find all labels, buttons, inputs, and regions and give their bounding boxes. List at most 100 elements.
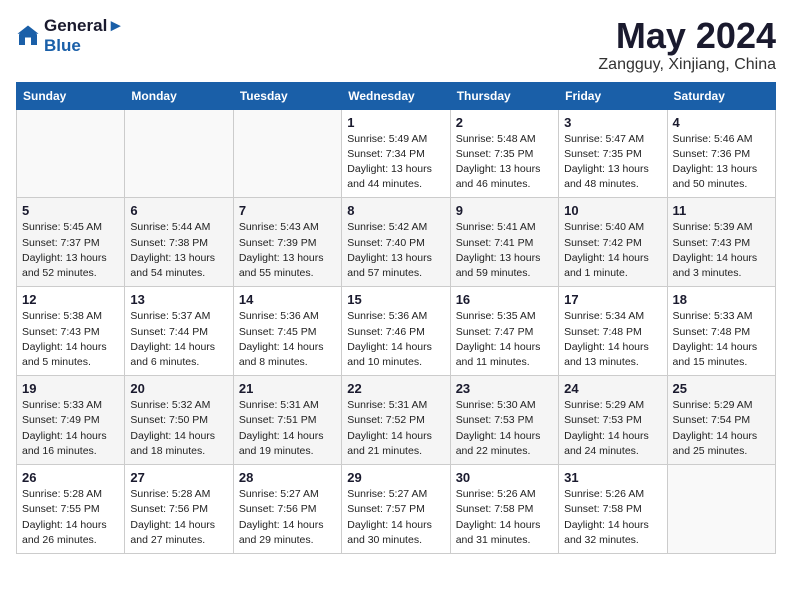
day-number: 2 bbox=[456, 115, 553, 130]
day-info: Sunrise: 5:36 AM Sunset: 7:45 PM Dayligh… bbox=[239, 309, 336, 370]
day-cell-2: 2 Sunrise: 5:48 AM Sunset: 7:35 PM Daylig… bbox=[450, 109, 558, 198]
header-row: SundayMondayTuesdayWednesdayThursdayFrid… bbox=[17, 82, 776, 109]
day-info: Sunrise: 5:41 AM Sunset: 7:41 PM Dayligh… bbox=[456, 220, 553, 281]
day-cell-27: 27Sunrise: 5:28 AM Sunset: 7:56 PM Dayli… bbox=[125, 465, 233, 554]
day-info: Sunrise: 5:38 AM Sunset: 7:43 PM Dayligh… bbox=[22, 309, 119, 370]
week-row-5: 26 Sunrise: 5:28 AM Sunset: 7:55 PM Dayli… bbox=[17, 465, 776, 554]
day-number: 28 bbox=[239, 470, 336, 485]
day-info: Sunrise: 5:31 AM Sunset: 7:51 PM Dayligh… bbox=[239, 398, 336, 459]
col-header-wednesday: Wednesday bbox=[342, 82, 450, 109]
empty-cell bbox=[17, 109, 125, 198]
day-number: 23 bbox=[456, 381, 553, 396]
col-header-monday: Monday bbox=[125, 82, 233, 109]
day-info: Sunrise: 5:32 AM Sunset: 7:50 PM Dayligh… bbox=[130, 398, 227, 459]
week-row-2: 5 Sunrise: 5:45 AM Sunset: 7:37 PM Daylig… bbox=[17, 198, 776, 287]
day-cell-14: 14 Sunrise: 5:36 AM Sunset: 7:45 PM Dayli… bbox=[233, 287, 341, 376]
day-number: 27 bbox=[130, 470, 227, 485]
day-cell-25: 25Sunrise: 5:29 AM Sunset: 7:54 PM Dayli… bbox=[667, 376, 775, 465]
day-info: Sunrise: 5:37 AM Sunset: 7:44 PM Dayligh… bbox=[130, 309, 227, 370]
day-info: Sunrise: 5:34 AM Sunset: 7:48 PM Dayligh… bbox=[564, 309, 661, 370]
day-cell-13: 13Sunrise: 5:37 AM Sunset: 7:44 PM Dayli… bbox=[125, 287, 233, 376]
day-info: Sunrise: 5:28 AM Sunset: 7:55 PM Dayligh… bbox=[22, 487, 119, 548]
day-number: 22 bbox=[347, 381, 444, 396]
day-number: 7 bbox=[239, 203, 336, 218]
day-number: 6 bbox=[130, 203, 227, 218]
day-cell-30: 30 Sunrise: 5:26 AM Sunset: 7:58 PM Dayli… bbox=[450, 465, 558, 554]
day-info: Sunrise: 5:30 AM Sunset: 7:53 PM Dayligh… bbox=[456, 398, 553, 459]
day-info: Sunrise: 5:45 AM Sunset: 7:37 PM Dayligh… bbox=[22, 220, 119, 281]
day-cell-29: 29 Sunrise: 5:27 AM Sunset: 7:57 PM Dayli… bbox=[342, 465, 450, 554]
empty-cell bbox=[233, 109, 341, 198]
day-number: 20 bbox=[130, 381, 227, 396]
day-number: 9 bbox=[456, 203, 553, 218]
col-header-thursday: Thursday bbox=[450, 82, 558, 109]
day-cell-9: 9 Sunrise: 5:41 AM Sunset: 7:41 PM Daylig… bbox=[450, 198, 558, 287]
day-cell-31: 31Sunrise: 5:26 AM Sunset: 7:58 PM Dayli… bbox=[559, 465, 667, 554]
day-cell-16: 16 Sunrise: 5:35 AM Sunset: 7:47 PM Dayli… bbox=[450, 287, 558, 376]
day-number: 30 bbox=[456, 470, 553, 485]
day-number: 5 bbox=[22, 203, 119, 218]
day-info: Sunrise: 5:27 AM Sunset: 7:57 PM Dayligh… bbox=[347, 487, 444, 548]
day-cell-11: 11Sunrise: 5:39 AM Sunset: 7:43 PM Dayli… bbox=[667, 198, 775, 287]
empty-cell bbox=[125, 109, 233, 198]
day-info: Sunrise: 5:36 AM Sunset: 7:46 PM Dayligh… bbox=[347, 309, 444, 370]
day-info: Sunrise: 5:44 AM Sunset: 7:38 PM Dayligh… bbox=[130, 220, 227, 281]
day-cell-24: 24 Sunrise: 5:29 AM Sunset: 7:53 PM Dayli… bbox=[559, 376, 667, 465]
day-cell-26: 26 Sunrise: 5:28 AM Sunset: 7:55 PM Dayli… bbox=[17, 465, 125, 554]
day-cell-19: 19 Sunrise: 5:33 AM Sunset: 7:49 PM Dayli… bbox=[17, 376, 125, 465]
day-cell-3: 3 Sunrise: 5:47 AM Sunset: 7:35 PM Daylig… bbox=[559, 109, 667, 198]
day-info: Sunrise: 5:48 AM Sunset: 7:35 PM Dayligh… bbox=[456, 132, 553, 193]
day-number: 1 bbox=[347, 115, 444, 130]
week-row-1: 1 Sunrise: 5:49 AM Sunset: 7:34 PM Daylig… bbox=[17, 109, 776, 198]
day-number: 24 bbox=[564, 381, 661, 396]
day-cell-8: 8Sunrise: 5:42 AM Sunset: 7:40 PM Daylig… bbox=[342, 198, 450, 287]
day-number: 21 bbox=[239, 381, 336, 396]
day-cell-1: 1 Sunrise: 5:49 AM Sunset: 7:34 PM Daylig… bbox=[342, 109, 450, 198]
day-cell-22: 22 Sunrise: 5:31 AM Sunset: 7:52 PM Dayli… bbox=[342, 376, 450, 465]
day-cell-7: 7 Sunrise: 5:43 AM Sunset: 7:39 PM Daylig… bbox=[233, 198, 341, 287]
day-cell-21: 21 Sunrise: 5:31 AM Sunset: 7:51 PM Dayli… bbox=[233, 376, 341, 465]
day-number: 26 bbox=[22, 470, 119, 485]
week-row-4: 19 Sunrise: 5:33 AM Sunset: 7:49 PM Dayli… bbox=[17, 376, 776, 465]
day-cell-23: 23 Sunrise: 5:30 AM Sunset: 7:53 PM Dayli… bbox=[450, 376, 558, 465]
day-cell-5: 5 Sunrise: 5:45 AM Sunset: 7:37 PM Daylig… bbox=[17, 198, 125, 287]
day-info: Sunrise: 5:31 AM Sunset: 7:52 PM Dayligh… bbox=[347, 398, 444, 459]
day-info: Sunrise: 5:47 AM Sunset: 7:35 PM Dayligh… bbox=[564, 132, 661, 193]
day-number: 17 bbox=[564, 292, 661, 307]
day-info: Sunrise: 5:43 AM Sunset: 7:39 PM Dayligh… bbox=[239, 220, 336, 281]
day-info: Sunrise: 5:33 AM Sunset: 7:48 PM Dayligh… bbox=[673, 309, 770, 370]
location-subtitle: Zangguy, Xinjiang, China bbox=[598, 56, 776, 74]
day-number: 3 bbox=[564, 115, 661, 130]
day-number: 19 bbox=[22, 381, 119, 396]
day-cell-6: 6 Sunrise: 5:44 AM Sunset: 7:38 PM Daylig… bbox=[125, 198, 233, 287]
day-info: Sunrise: 5:49 AM Sunset: 7:34 PM Dayligh… bbox=[347, 132, 444, 193]
page-header: General► Blue May 2024 Zangguy, Xinjiang… bbox=[16, 16, 776, 74]
day-cell-4: 4Sunrise: 5:46 AM Sunset: 7:36 PM Daylig… bbox=[667, 109, 775, 198]
logo: General► Blue bbox=[16, 16, 124, 56]
empty-cell bbox=[667, 465, 775, 554]
day-number: 15 bbox=[347, 292, 444, 307]
logo-icon bbox=[16, 24, 40, 48]
day-number: 14 bbox=[239, 292, 336, 307]
day-info: Sunrise: 5:26 AM Sunset: 7:58 PM Dayligh… bbox=[456, 487, 553, 548]
day-cell-20: 20 Sunrise: 5:32 AM Sunset: 7:50 PM Dayli… bbox=[125, 376, 233, 465]
col-header-tuesday: Tuesday bbox=[233, 82, 341, 109]
day-cell-17: 17 Sunrise: 5:34 AM Sunset: 7:48 PM Dayli… bbox=[559, 287, 667, 376]
day-cell-18: 18Sunrise: 5:33 AM Sunset: 7:48 PM Dayli… bbox=[667, 287, 775, 376]
day-info: Sunrise: 5:29 AM Sunset: 7:53 PM Dayligh… bbox=[564, 398, 661, 459]
col-header-friday: Friday bbox=[559, 82, 667, 109]
day-number: 10 bbox=[564, 203, 661, 218]
col-header-sunday: Sunday bbox=[17, 82, 125, 109]
day-number: 29 bbox=[347, 470, 444, 485]
day-number: 16 bbox=[456, 292, 553, 307]
title-block: May 2024 Zangguy, Xinjiang, China bbox=[598, 16, 776, 74]
day-info: Sunrise: 5:33 AM Sunset: 7:49 PM Dayligh… bbox=[22, 398, 119, 459]
day-info: Sunrise: 5:40 AM Sunset: 7:42 PM Dayligh… bbox=[564, 220, 661, 281]
col-header-saturday: Saturday bbox=[667, 82, 775, 109]
day-info: Sunrise: 5:35 AM Sunset: 7:47 PM Dayligh… bbox=[456, 309, 553, 370]
day-number: 31 bbox=[564, 470, 661, 485]
day-number: 11 bbox=[673, 203, 770, 218]
week-row-3: 12Sunrise: 5:38 AM Sunset: 7:43 PM Dayli… bbox=[17, 287, 776, 376]
month-title: May 2024 bbox=[598, 16, 776, 56]
day-number: 25 bbox=[673, 381, 770, 396]
